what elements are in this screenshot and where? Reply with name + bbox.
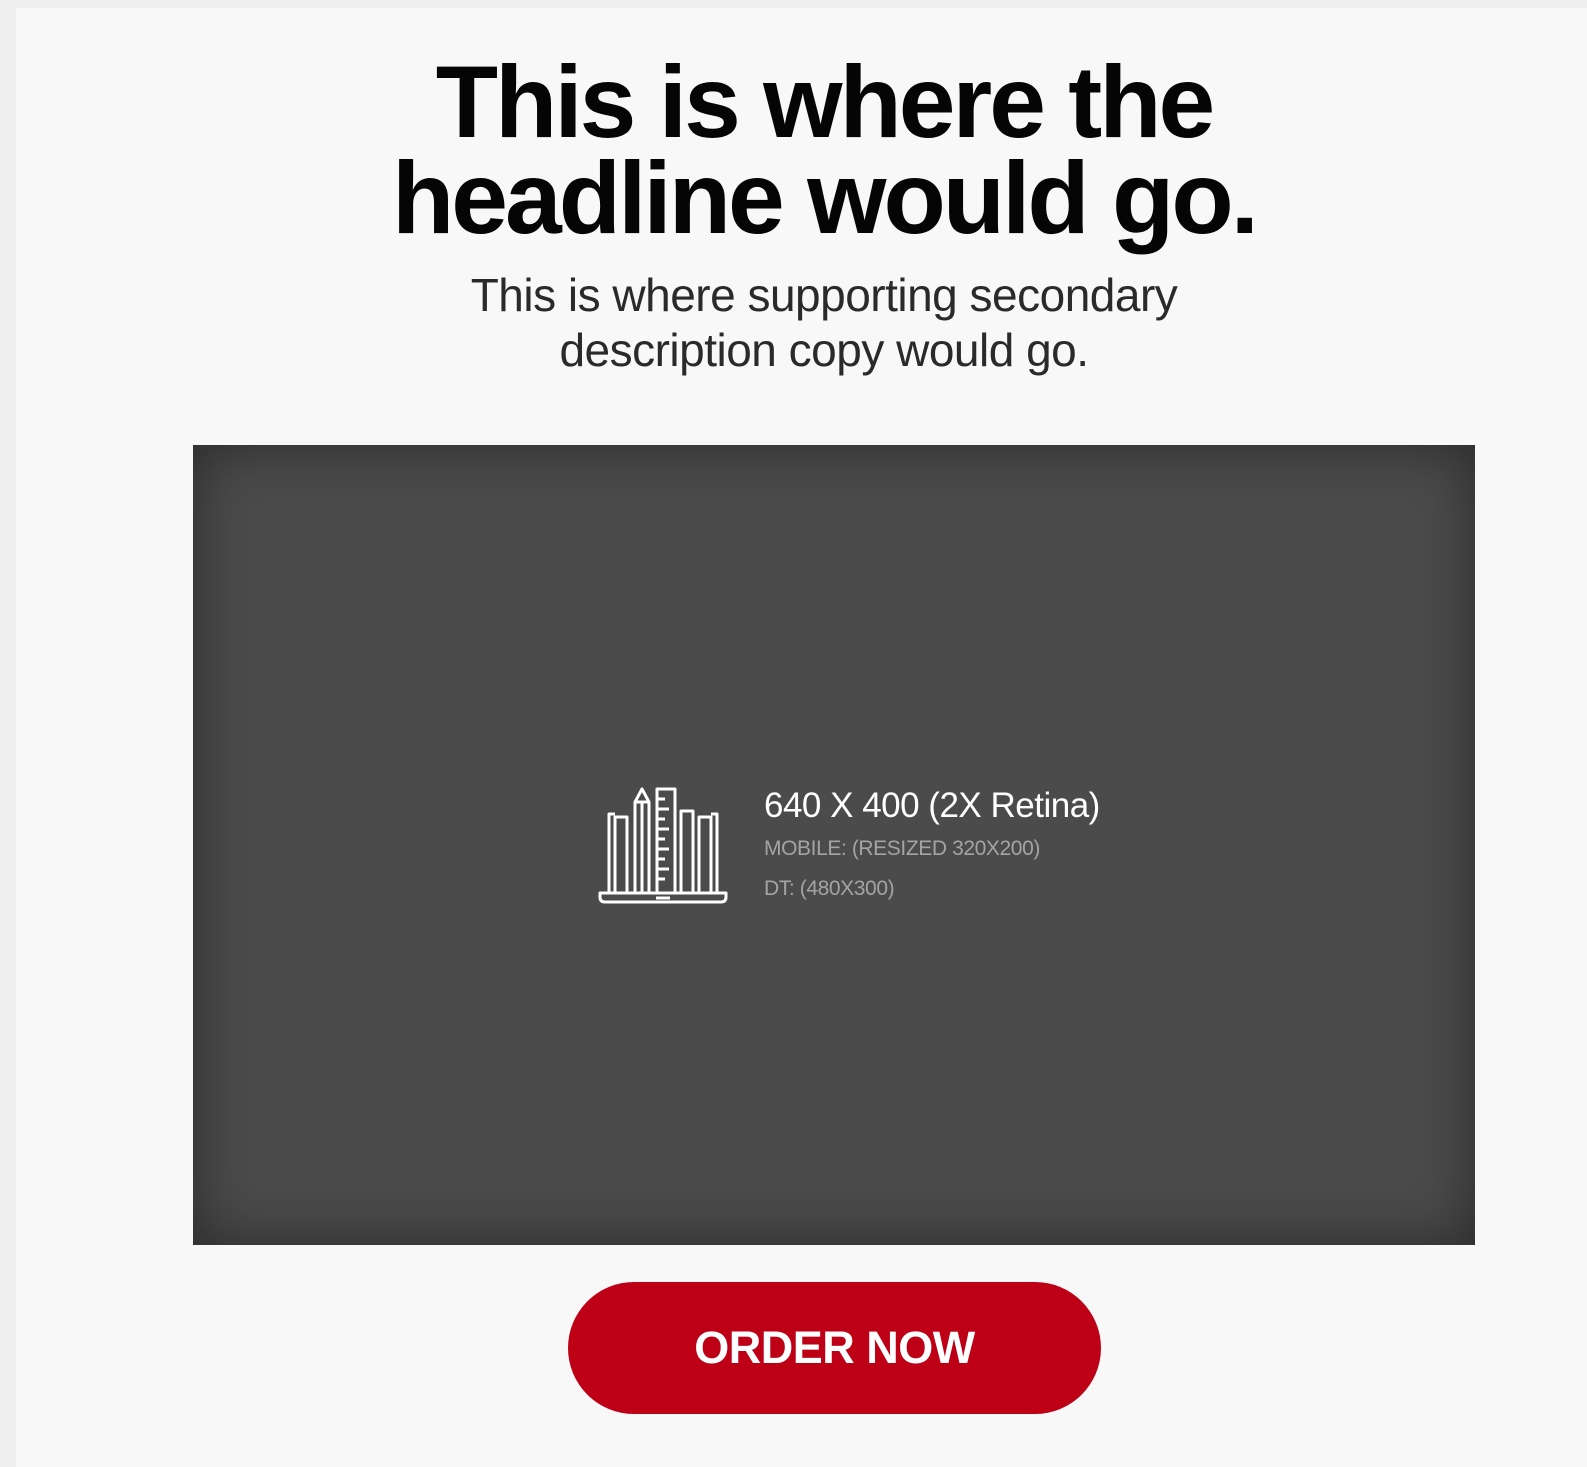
headline: This is where the headline would go. xyxy=(16,51,1587,249)
headline-line-2: headline would go. xyxy=(392,141,1259,255)
laptop-with-pencil-ruler-icon xyxy=(598,787,728,904)
description-line-1: This is where supporting secondary xyxy=(470,269,1178,321)
description-line-2: description copy would go. xyxy=(559,324,1089,376)
mobile-size-note: MOBILE: (RESIZED 320X200) xyxy=(764,837,1040,860)
content-card: This is where the headline would go. Thi… xyxy=(16,8,1587,1467)
desktop-size-note: DT: (480X300) xyxy=(764,877,895,900)
image-dimensions: 640 X 400 (2X Retina) xyxy=(764,786,1100,825)
description-copy: This is where supporting secondary descr… xyxy=(16,268,1587,378)
placeholder-size-info: 640 X 400 (2X Retina) MOBILE: (RESIZED 3… xyxy=(764,786,1284,902)
order-now-button[interactable]: ORDER NOW xyxy=(568,1282,1101,1414)
image-placeholder: 640 X 400 (2X Retina) MOBILE: (RESIZED 3… xyxy=(193,445,1475,1245)
